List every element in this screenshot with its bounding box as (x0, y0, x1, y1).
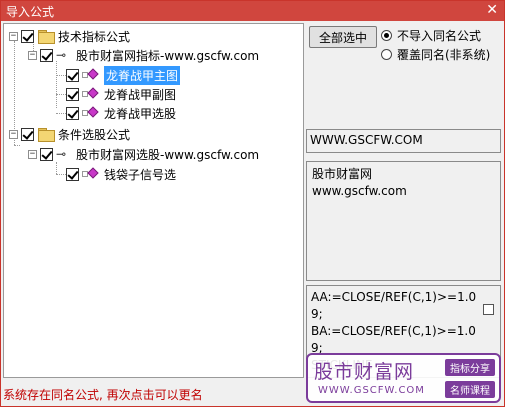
website-field: WWW.GSCFW.COM (306, 129, 501, 153)
tree-item-label: 龙脊战甲副图 (104, 87, 177, 102)
radio-button[interactable] (381, 30, 392, 41)
description-line: 股市财富网 (312, 167, 373, 181)
window-title: 导入公式 (6, 5, 55, 19)
tree-node-label: 技术指标公式 (58, 29, 131, 44)
tree-node-selection-formulas[interactable]: − 条件选股公式 (9, 125, 130, 143)
collapse-toggle[interactable]: − (28, 149, 37, 159)
collapse-toggle[interactable]: − (9, 31, 18, 41)
checkbox[interactable] (66, 167, 79, 181)
tree-item-label: 龙脊战甲主图 (104, 65, 181, 85)
watermark-tag-courses: 名师课程 (445, 381, 495, 398)
description-panel: 股市财富网 www.gscfw.com (306, 161, 501, 281)
tree-node-label: 股市财富网指标-www.gscfw.com (76, 48, 260, 63)
checkbox[interactable] (21, 127, 34, 141)
tree-item-stock-selector[interactable]: 龙脊战甲选股 (63, 104, 176, 122)
checkbox[interactable] (66, 106, 79, 120)
website-text: WWW.GSCFW.COM (310, 133, 423, 147)
formula-file-icon (82, 167, 100, 180)
tree-item-label: 龙脊战甲选股 (104, 106, 177, 121)
tree-item-label: 钱袋子信号选 (104, 167, 177, 182)
formula-file-icon (82, 106, 100, 119)
watermark-tag-indicator-share: 指标分享 (445, 359, 495, 376)
tree-item-main-chart[interactable]: 龙脊战甲主图 (63, 65, 181, 85)
tree-node-label: 条件选股公式 (58, 127, 131, 142)
title-bar: 导入公式 ✕ (1, 1, 504, 21)
radio-skip-duplicates[interactable]: 不导入同名公式 (381, 27, 481, 44)
radio-label: 不导入同名公式 (397, 29, 482, 43)
watermark-url: WWW.GSCFW.COM (318, 385, 425, 396)
description-line: www.gscfw.com (312, 184, 407, 198)
checkbox[interactable] (40, 147, 53, 161)
key-icon: ⊸ (56, 147, 67, 161)
tree-connector (56, 162, 57, 174)
tree-node-label: 股市财富网选股-www.gscfw.com (76, 147, 260, 162)
formula-file-icon (82, 68, 100, 81)
key-icon: ⊸ (56, 48, 67, 62)
tree-item-sub-chart[interactable]: 龙脊战甲副图 (63, 85, 176, 103)
tree-connector (14, 145, 20, 146)
close-icon[interactable]: ✕ (486, 2, 498, 18)
watermark-logo: 股市财富网 WWW.GSCFW.COM 指标分享 名师课程 (306, 353, 501, 403)
tree-item-money-bag-signal[interactable]: 钱袋子信号选 (63, 165, 176, 183)
radio-overwrite-duplicates[interactable]: 覆盖同名(非系统) (381, 46, 490, 63)
watermark-name: 股市财富网 (314, 361, 415, 383)
collapse-toggle[interactable]: − (28, 50, 37, 60)
folder-icon (38, 30, 55, 44)
collapse-toggle[interactable]: − (9, 129, 18, 139)
tree-connector (56, 61, 57, 108)
select-all-button[interactable]: 全部选中 (309, 26, 377, 48)
tree-node-gscfw-indicators[interactable]: − ⊸ 股市财富网指标-www.gscfw.com (28, 46, 259, 64)
formula-tree[interactable]: − 技术指标公式 − ⊸ 股市财富网指标-www.gscfw.com 龙脊战甲主… (3, 23, 304, 378)
formula-file-icon (82, 87, 100, 100)
radio-label: 覆盖同名(非系统) (397, 48, 491, 62)
tree-node-indicator-formulas[interactable]: − 技术指标公式 (9, 27, 130, 45)
checkbox[interactable] (66, 87, 79, 101)
folder-icon (38, 128, 55, 142)
import-formula-dialog: 导入公式 ✕ − 技术指标公式 − ⊸ 股市财富网指标-www.gscfw.co… (0, 0, 505, 407)
checkbox[interactable] (66, 68, 79, 82)
status-message: 系统存在同名公式, 再次点击可以更名 (3, 388, 203, 402)
checkbox[interactable] (21, 29, 34, 43)
code-panel-checkbox[interactable] (483, 304, 494, 315)
radio-button[interactable] (381, 49, 392, 60)
tree-node-gscfw-selection[interactable]: − ⊸ 股市财富网选股-www.gscfw.com (28, 145, 259, 163)
checkbox[interactable] (40, 48, 53, 62)
